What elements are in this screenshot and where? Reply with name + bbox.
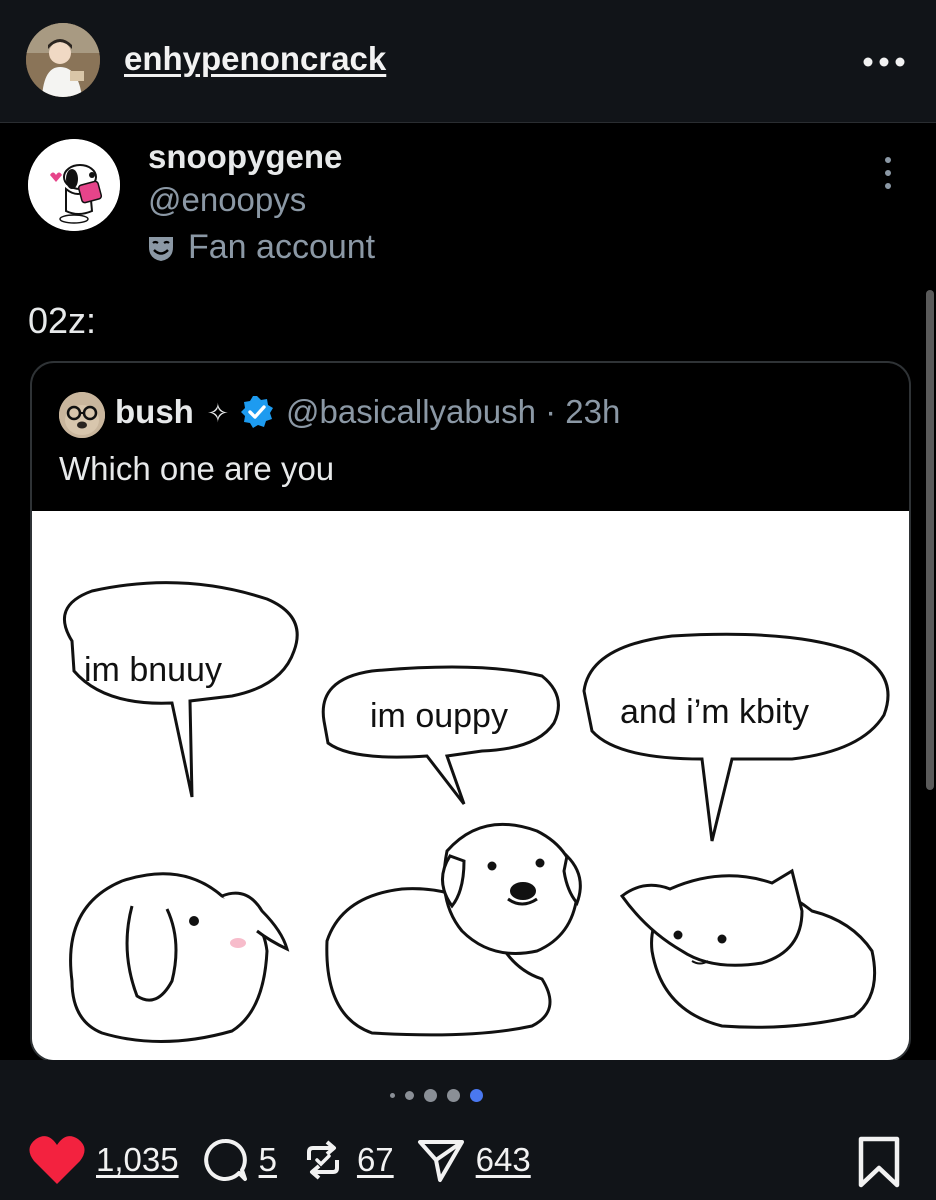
carousel-dot (447, 1089, 460, 1102)
repost-icon (306, 1140, 339, 1180)
carousel-dot (405, 1091, 414, 1100)
verified-badge-icon (239, 394, 275, 435)
repost-button[interactable]: 67 (299, 1136, 394, 1184)
name-emoji: ✧ (207, 398, 229, 428)
carousel-indicator (390, 1089, 493, 1102)
like-count: 1,035 (96, 1141, 179, 1178)
like-button[interactable]: 1,035 (28, 1134, 179, 1186)
comment-count: 5 (258, 1141, 277, 1178)
theater-masks-icon (149, 236, 173, 261)
quoted-tweet-text: Which one are you (59, 450, 335, 487)
share-count: 643 (475, 1141, 531, 1178)
post-author-username[interactable]: enhypenoncrack (124, 40, 386, 78)
tweet-author-avatar (28, 139, 120, 231)
quoted-author-name: bush (115, 393, 194, 430)
send-icon (417, 1140, 464, 1182)
tweet-more-vertical-icon (884, 156, 892, 195)
tweet-text: 02z: (28, 300, 97, 341)
profile-avatar[interactable] (26, 23, 100, 97)
repost-count: 67 (356, 1141, 394, 1178)
carousel-dot (390, 1093, 395, 1098)
post-actions: 1,035 5 67 643 (28, 1132, 553, 1188)
bookmark-icon[interactable] (856, 1136, 902, 1193)
account-label: Fan account (146, 228, 375, 267)
carousel-dot (424, 1089, 437, 1102)
quoted-handle-time: @basicallyabush · 23h (286, 393, 621, 430)
meme-image: im bnuuy im ouppy and i’m kbity (32, 511, 909, 1060)
comment-icon (203, 1139, 247, 1181)
top-bar: enhypenoncrack (0, 0, 936, 123)
tweet-author-handle: @enoopys (148, 181, 307, 218)
carousel-dot-active (470, 1089, 483, 1102)
bubble-text-puppy: im ouppy (370, 697, 508, 735)
avatar-photo (26, 23, 100, 97)
more-horizontal-icon[interactable] (862, 46, 906, 68)
share-button[interactable]: 643 (416, 1136, 531, 1184)
account-label-text: Fan account (188, 228, 376, 266)
bubble-text-kitty: and i’m kbity (620, 693, 809, 731)
scrollbar[interactable] (926, 290, 934, 790)
comment-button[interactable]: 5 (201, 1136, 277, 1184)
quoted-tweet: bush ✧ @basicallyabush · 23h Which one a… (30, 361, 911, 1062)
bubble-text-bunny: im bnuuy (84, 651, 222, 689)
tweet-author-name: snoopygene (148, 138, 343, 175)
heart-icon (29, 1136, 85, 1184)
quoted-author-avatar (59, 392, 105, 438)
